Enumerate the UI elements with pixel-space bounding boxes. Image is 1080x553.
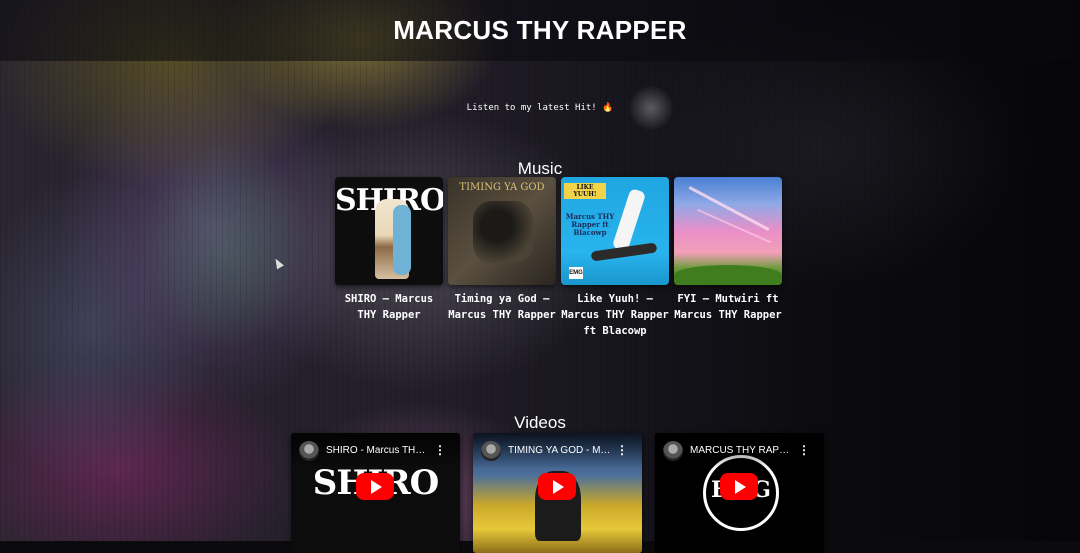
track-card[interactable]: TIMING YA GOD Timing ya God – Marcus THY… bbox=[448, 177, 556, 339]
site-title: MARCUS THY RAPPER bbox=[393, 15, 687, 45]
channel-avatar[interactable] bbox=[481, 441, 501, 461]
video-title[interactable]: SHIRO - Marcus THY Rapper bbox=[326, 445, 431, 456]
play-icon[interactable] bbox=[356, 473, 394, 500]
track-card[interactable]: FYI – Mutwiri ft Marcus THY Rapper bbox=[674, 177, 782, 339]
more-vert-icon[interactable]: ⋮ bbox=[434, 443, 446, 457]
music-grid: SHIRO SHIRO – Marcus THY Rapper TIMING Y… bbox=[335, 177, 782, 339]
track-title[interactable]: Timing ya God – Marcus THY Rapper bbox=[448, 291, 556, 323]
tagline: Listen to my latest Hit! 🔥 bbox=[466, 103, 614, 113]
track-cover[interactable]: LIKE YUUH! Marcus THY Rapper ft Blacowp … bbox=[561, 177, 669, 285]
more-vert-icon[interactable]: ⋮ bbox=[616, 443, 628, 457]
track-card[interactable]: LIKE YUUH! Marcus THY Rapper ft Blacowp … bbox=[561, 177, 669, 339]
videos-heading: Videos bbox=[514, 413, 566, 433]
channel-avatar[interactable] bbox=[299, 441, 319, 461]
track-card[interactable]: SHIRO SHIRO – Marcus THY Rapper bbox=[335, 177, 443, 339]
track-cover[interactable]: SHIRO bbox=[335, 177, 443, 285]
track-title[interactable]: SHIRO – Marcus THY Rapper bbox=[335, 291, 443, 323]
site-header: MARCUS THY RAPPER bbox=[0, 0, 1080, 61]
play-icon[interactable] bbox=[720, 473, 758, 500]
video-title[interactable]: MARCUS THY RAPPER bbox=[690, 445, 795, 456]
video-title[interactable]: TIMING YA GOD - Marcus THY Rapper bbox=[508, 445, 613, 456]
play-icon[interactable] bbox=[538, 473, 576, 500]
track-cover[interactable]: TIMING YA GOD bbox=[448, 177, 556, 285]
track-title[interactable]: FYI – Mutwiri ft Marcus THY Rapper bbox=[674, 291, 782, 323]
more-vert-icon[interactable]: ⋮ bbox=[798, 443, 810, 457]
video-embed[interactable]: EMG MARCUS THY RAPPER ⋮ bbox=[655, 433, 824, 553]
video-embed[interactable]: TIMING YA GOD - Marcus THY Rapper ⋮ bbox=[473, 433, 642, 553]
video-embed[interactable]: SHIRO SHIRO - Marcus THY Rapper ⋮ bbox=[291, 433, 460, 553]
channel-avatar[interactable] bbox=[663, 441, 683, 461]
track-title[interactable]: Like Yuuh! – Marcus THY Rapper ft Blacow… bbox=[561, 291, 669, 339]
video-grid: SHIRO SHIRO - Marcus THY Rapper ⋮ TIMING… bbox=[291, 433, 824, 553]
track-cover[interactable] bbox=[674, 177, 782, 285]
